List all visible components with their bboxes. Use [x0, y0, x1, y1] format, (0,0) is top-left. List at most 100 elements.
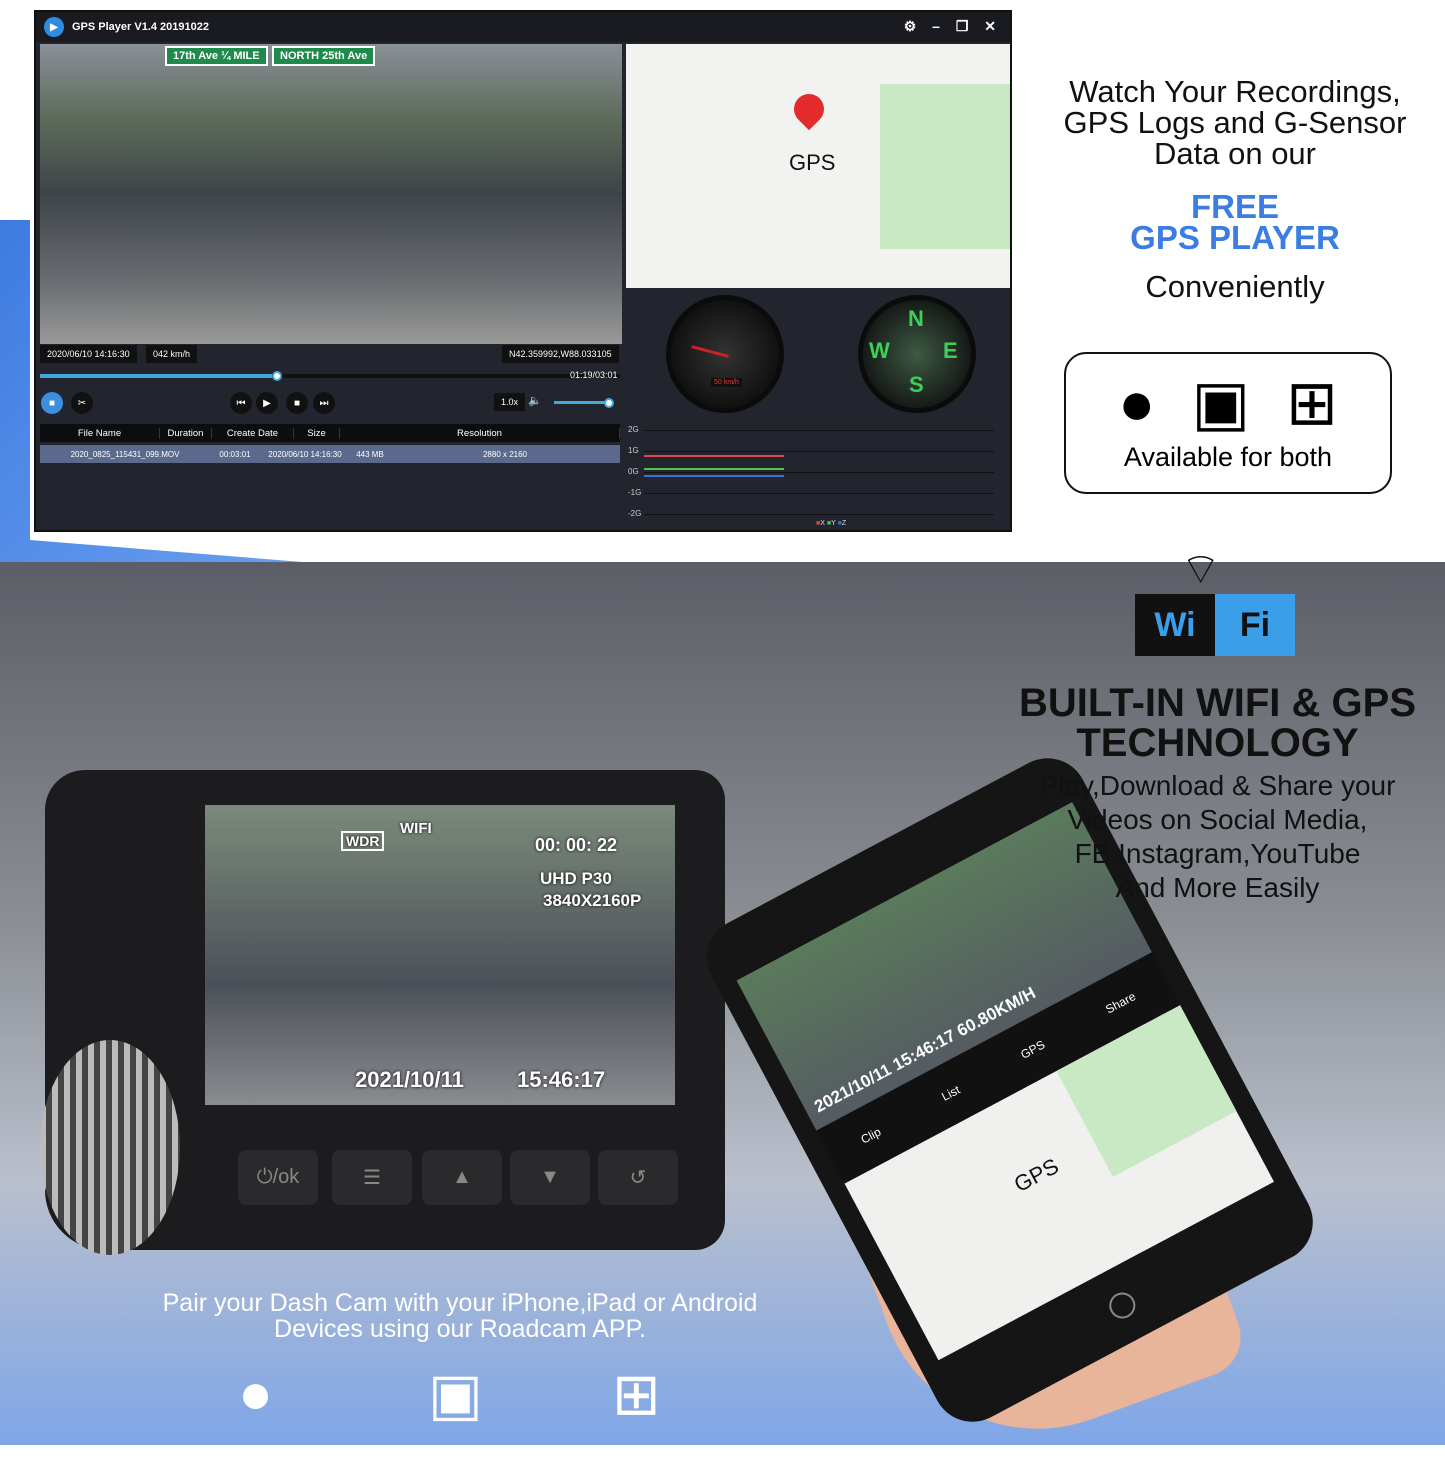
datetime-readout: 2020/06/10 14:16:30	[40, 345, 137, 363]
down-button[interactable]: ▼	[510, 1150, 590, 1205]
seek-bar[interactable]	[40, 371, 620, 381]
map-park	[880, 84, 1010, 249]
platform-box: ● ▣ ⊞ Available for both	[1064, 352, 1392, 494]
playback-rate[interactable]: 1.0x	[494, 393, 526, 411]
map-pin-icon	[787, 87, 831, 131]
cell: 2880 x 2160	[482, 449, 528, 459]
apple-icon: ●	[238, 1361, 274, 1426]
speed-gauge-readout: 50 km/h	[711, 378, 742, 387]
osd-rec-time: 00: 00: 22	[535, 835, 618, 855]
osd-wifi: WIFI	[400, 820, 432, 837]
x-series	[644, 455, 784, 457]
promo-text: Watch Your Recordings, GPS Logs and G-Se…	[1040, 76, 1430, 302]
cell: 00:03:01	[219, 449, 251, 459]
promo-line: Conveniently	[1145, 269, 1325, 304]
g-label: 2G	[628, 425, 639, 434]
available-label: Available for both	[1123, 442, 1333, 472]
up-button[interactable]: ▲	[422, 1150, 502, 1205]
road-sign: 17th Ave ¼ MILE	[165, 46, 268, 66]
share-button[interactable]: Share	[1103, 989, 1138, 1016]
pairing-caption: Pair your Dash Cam with your iPhone,iPad…	[100, 1290, 820, 1342]
promo-line: Watch Your Recordings,	[1069, 74, 1401, 109]
home-button[interactable]	[1104, 1287, 1140, 1324]
col-size[interactable]: Size	[294, 427, 340, 439]
phone-map-label: GPS	[1009, 1153, 1063, 1198]
time-readout: 01:19/03:01	[570, 370, 618, 380]
clip-scissors-button[interactable]: ✂	[71, 392, 93, 414]
headline-title: TECHNOLOGY	[1076, 721, 1359, 765]
cell: 443 MB	[356, 449, 384, 459]
caption-line: Pair your Dash Cam with your iPhone,iPad…	[162, 1289, 758, 1317]
gsensor-legend: ■X ■Y ■Z	[816, 520, 847, 527]
gps-button[interactable]: GPS	[1018, 1037, 1047, 1061]
wifi-logo: Wi Fi	[1135, 594, 1295, 656]
wifi-signal-icon: ⌔	[1180, 545, 1222, 594]
headline-sub: Videos on Social Media,	[1067, 804, 1368, 835]
next-button[interactable]: ⏭	[313, 392, 335, 414]
list-button[interactable]: List	[939, 1083, 962, 1104]
volume-icon[interactable]: 🔈	[528, 394, 542, 407]
caption-line: Devices using our Roadcam APP.	[274, 1315, 646, 1343]
stop-button[interactable]: ■	[286, 392, 308, 414]
compass-e: E	[943, 338, 958, 363]
headline-sub: And More Easily	[1115, 872, 1320, 903]
power-ok-button[interactable]: ⏻/ok	[238, 1150, 318, 1205]
osd-clock: 15:46:17	[517, 1067, 606, 1092]
cell: 2020/06/10 14:16:30	[268, 449, 342, 459]
g-label: -1G	[628, 488, 642, 497]
promo-free: FREE	[1190, 188, 1279, 225]
g-label: 1G	[628, 446, 639, 455]
promo-gps-player: GPS PLAYER	[1130, 219, 1340, 256]
file-table: File Name Duration Create Date Size Reso…	[40, 424, 620, 463]
dashcam-screen: WDR WIFI 00: 00: 22 UHD P30 3840X2160P 2…	[205, 805, 675, 1105]
open-folder-button[interactable]: ■	[41, 392, 63, 414]
compass-n: N	[908, 306, 924, 331]
wifi-wi: Wi	[1135, 594, 1215, 656]
road-sign: NORTH 25th Ave	[272, 46, 376, 66]
y-series	[644, 468, 784, 470]
osd-resolution: UHD P30	[540, 869, 612, 888]
col-resolution[interactable]: Resolution	[340, 427, 620, 439]
headline-sub: FB,Instagram,YouTube	[1074, 838, 1361, 869]
col-duration[interactable]: Duration	[160, 427, 212, 439]
android-icon: ▣	[428, 1362, 483, 1427]
dashcam-lens-mount	[40, 1040, 180, 1255]
previous-button[interactable]: ⏮	[230, 392, 252, 414]
col-file-name[interactable]: File Name	[40, 427, 160, 439]
compass: N E S W	[858, 295, 976, 413]
wifi-gps-headline: BUILT-IN WIFI & GPS TECHNOLOGY Play,Down…	[995, 683, 1440, 905]
title-bar: ▶ GPS Player V1.4 20191022 ⚙ – ❐ ✕	[36, 12, 1010, 42]
z-series	[644, 475, 784, 477]
osd-resolution: 3840X2160P	[543, 891, 642, 910]
gsensor-graph: 2G 1G 0G -1G -2G ■X ■Y ■Z	[626, 417, 1010, 527]
menu-button[interactable]: ☰	[332, 1150, 412, 1205]
coordinates-readout: N42.359992,W88.033105	[502, 345, 619, 363]
compass-s: S	[909, 372, 924, 397]
gps-player-window: ▶ GPS Player V1.4 20191022 ⚙ – ❐ ✕ 17th …	[34, 10, 1012, 532]
headline-title: BUILT-IN WIFI & GPS	[1018, 681, 1416, 725]
map-label: GPS	[789, 150, 836, 175]
app-logo-icon: ▶	[44, 17, 64, 37]
window-controls[interactable]: ⚙ – ❐ ✕	[904, 18, 1002, 35]
back-button[interactable]: ↺	[598, 1150, 678, 1205]
play-button[interactable]: ▶	[256, 392, 278, 414]
promo-line: Data on our	[1154, 136, 1316, 171]
speedometer: 50 km/h	[666, 295, 784, 413]
cell: 2020_0825_115431_099.MOV	[70, 449, 180, 459]
col-create-date[interactable]: Create Date	[212, 427, 294, 439]
speed-needle	[691, 345, 729, 358]
osd-date: 2021/10/11	[355, 1067, 464, 1092]
speed-readout: 042 km/h	[146, 345, 198, 363]
gps-map[interactable]: GPS	[626, 44, 1010, 288]
table-row[interactable]: 2020_0825_115431_099.MOV 00:03:01 2020/0…	[40, 445, 620, 463]
window-title: GPS Player V1.4 20191022	[72, 21, 209, 33]
table-header: File Name Duration Create Date Size Reso…	[40, 424, 620, 442]
volume-slider[interactable]	[554, 398, 614, 408]
clip-button[interactable]: Clip	[858, 1125, 883, 1147]
promo-line: GPS Logs and G-Sensor	[1063, 105, 1407, 140]
video-preview[interactable]: 17th Ave ¼ MILE NORTH 25th Ave	[40, 44, 622, 344]
g-label: 0G	[628, 467, 639, 476]
headline-sub: Play,Download & Share your	[1039, 770, 1396, 801]
windows-icon: ⊞	[1286, 369, 1338, 438]
apple-icon: ●	[1118, 369, 1156, 438]
